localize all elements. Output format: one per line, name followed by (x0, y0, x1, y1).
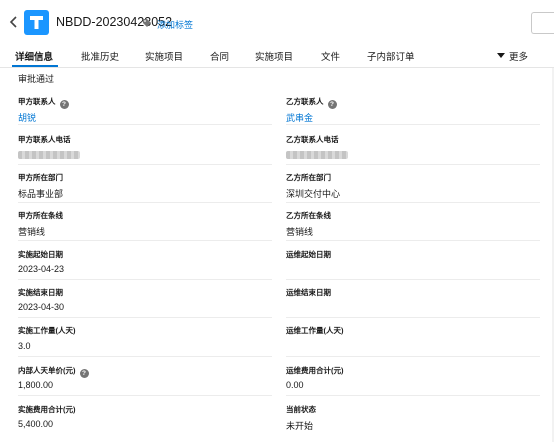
party-b-line-label: 乙方所在条线 (286, 211, 331, 220)
tab-sub-internal-orders[interactable]: 子内部订单 (367, 49, 415, 63)
header-action-button[interactable] (531, 12, 554, 34)
t-logo-icon (30, 16, 43, 29)
current-status-value: 未开始 (286, 421, 314, 431)
party-b-phone-label: 乙方联系人电话 (286, 135, 339, 144)
divider (286, 395, 540, 396)
party-a-dept-label: 甲方所在部门 (18, 173, 63, 182)
tab-files[interactable]: 文件 (321, 49, 340, 63)
ops-start-label: 运维起始日期 (286, 250, 331, 259)
active-tab-indicator (12, 65, 58, 67)
impl-effort-label: 实施工作量(人天) (18, 326, 76, 335)
party-a-line-value: 营销线 (18, 227, 46, 237)
ops-cost-total-value: 0.00 (286, 380, 304, 390)
record-header: NBDD-20230423052 添加标签 (0, 0, 554, 43)
impl-effort-value: 3.0 (18, 341, 31, 351)
divider (286, 356, 540, 357)
tab-implementation-projects-2[interactable]: 实施项目 (255, 49, 293, 63)
party-a-dept-value: 标品事业部 (18, 189, 64, 199)
current-status-label: 当前状态 (286, 405, 316, 414)
party-a-contact-value[interactable]: 胡锐 (18, 111, 36, 124)
party-b-contact-value[interactable]: 武串金 (286, 111, 313, 124)
record-title: NBDD-20230423052 (56, 15, 173, 29)
impl-cost-total-label: 实施费用合计(元) (18, 405, 76, 414)
internal-rate-label-text: 内部人天单价(元) (18, 366, 76, 375)
divider (286, 202, 540, 203)
divider (18, 395, 272, 396)
impl-end-label: 实施结束日期 (18, 288, 63, 297)
party-a-line-label: 甲方所在条线 (18, 211, 63, 220)
chevron-left-icon[interactable] (7, 15, 21, 29)
party-a-contact-label-text: 甲方联系人 (18, 97, 56, 106)
divider (286, 279, 540, 280)
internal-rate-value: 1,800.00 (18, 380, 54, 390)
help-icon[interactable]: ? (59, 100, 69, 109)
divider (18, 240, 272, 241)
ops-effort-label: 运维工作量(人天) (286, 326, 344, 335)
approval-status: 审批通过 (18, 74, 55, 84)
tag-icon[interactable] (142, 18, 152, 28)
add-tag-link[interactable]: 添加标签 (157, 18, 193, 31)
party-b-phone-redacted (286, 151, 348, 159)
party-b-line-value: 营销线 (286, 227, 314, 237)
divider (18, 279, 272, 280)
party-b-dept-label: 乙方所在部门 (286, 173, 331, 182)
party-a-contact-label: 甲方联系人? (18, 96, 69, 109)
impl-start-label: 实施起始日期 (18, 250, 63, 259)
tab-details[interactable]: 详细信息 (15, 49, 53, 63)
party-a-phone-label: 甲方联系人电话 (18, 135, 71, 144)
help-icon[interactable]: ? (327, 100, 337, 109)
divider (18, 124, 272, 125)
ops-end-label: 运维结束日期 (286, 288, 331, 297)
tab-approval-history[interactable]: 批准历史 (81, 49, 119, 63)
tab-implementation-projects[interactable]: 实施项目 (145, 49, 183, 63)
divider (18, 202, 272, 203)
impl-cost-total-value: 5,400.00 (18, 419, 54, 429)
tab-contracts[interactable]: 合同 (210, 49, 229, 63)
triangle-down-icon[interactable] (497, 53, 505, 58)
party-a-phone-redacted (18, 151, 80, 159)
divider (286, 240, 540, 241)
divider (286, 164, 540, 165)
internal-rate-label: 内部人天单价(元)? (18, 365, 89, 378)
divider (18, 164, 272, 165)
divider (18, 356, 272, 357)
more-tabs-button[interactable]: 更多 (509, 49, 528, 63)
party-b-contact-label-text: 乙方联系人 (286, 97, 324, 106)
party-b-contact-label: 乙方联系人? (286, 96, 337, 109)
record-tabs: 详细信息 批准历史 实施项目 合同 实施项目 文件 子内部订单 更多 (0, 43, 554, 68)
ops-cost-total-label: 运维费用合计(元) (286, 366, 344, 375)
divider (286, 317, 540, 318)
help-icon[interactable]: ? (79, 369, 89, 378)
party-b-dept-value: 深圳交付中心 (286, 189, 341, 199)
divider (286, 124, 540, 125)
app-icon (24, 10, 49, 35)
impl-start-value: 2023-04-23 (18, 264, 65, 274)
impl-end-value: 2023-04-30 (18, 302, 65, 312)
divider (18, 317, 272, 318)
